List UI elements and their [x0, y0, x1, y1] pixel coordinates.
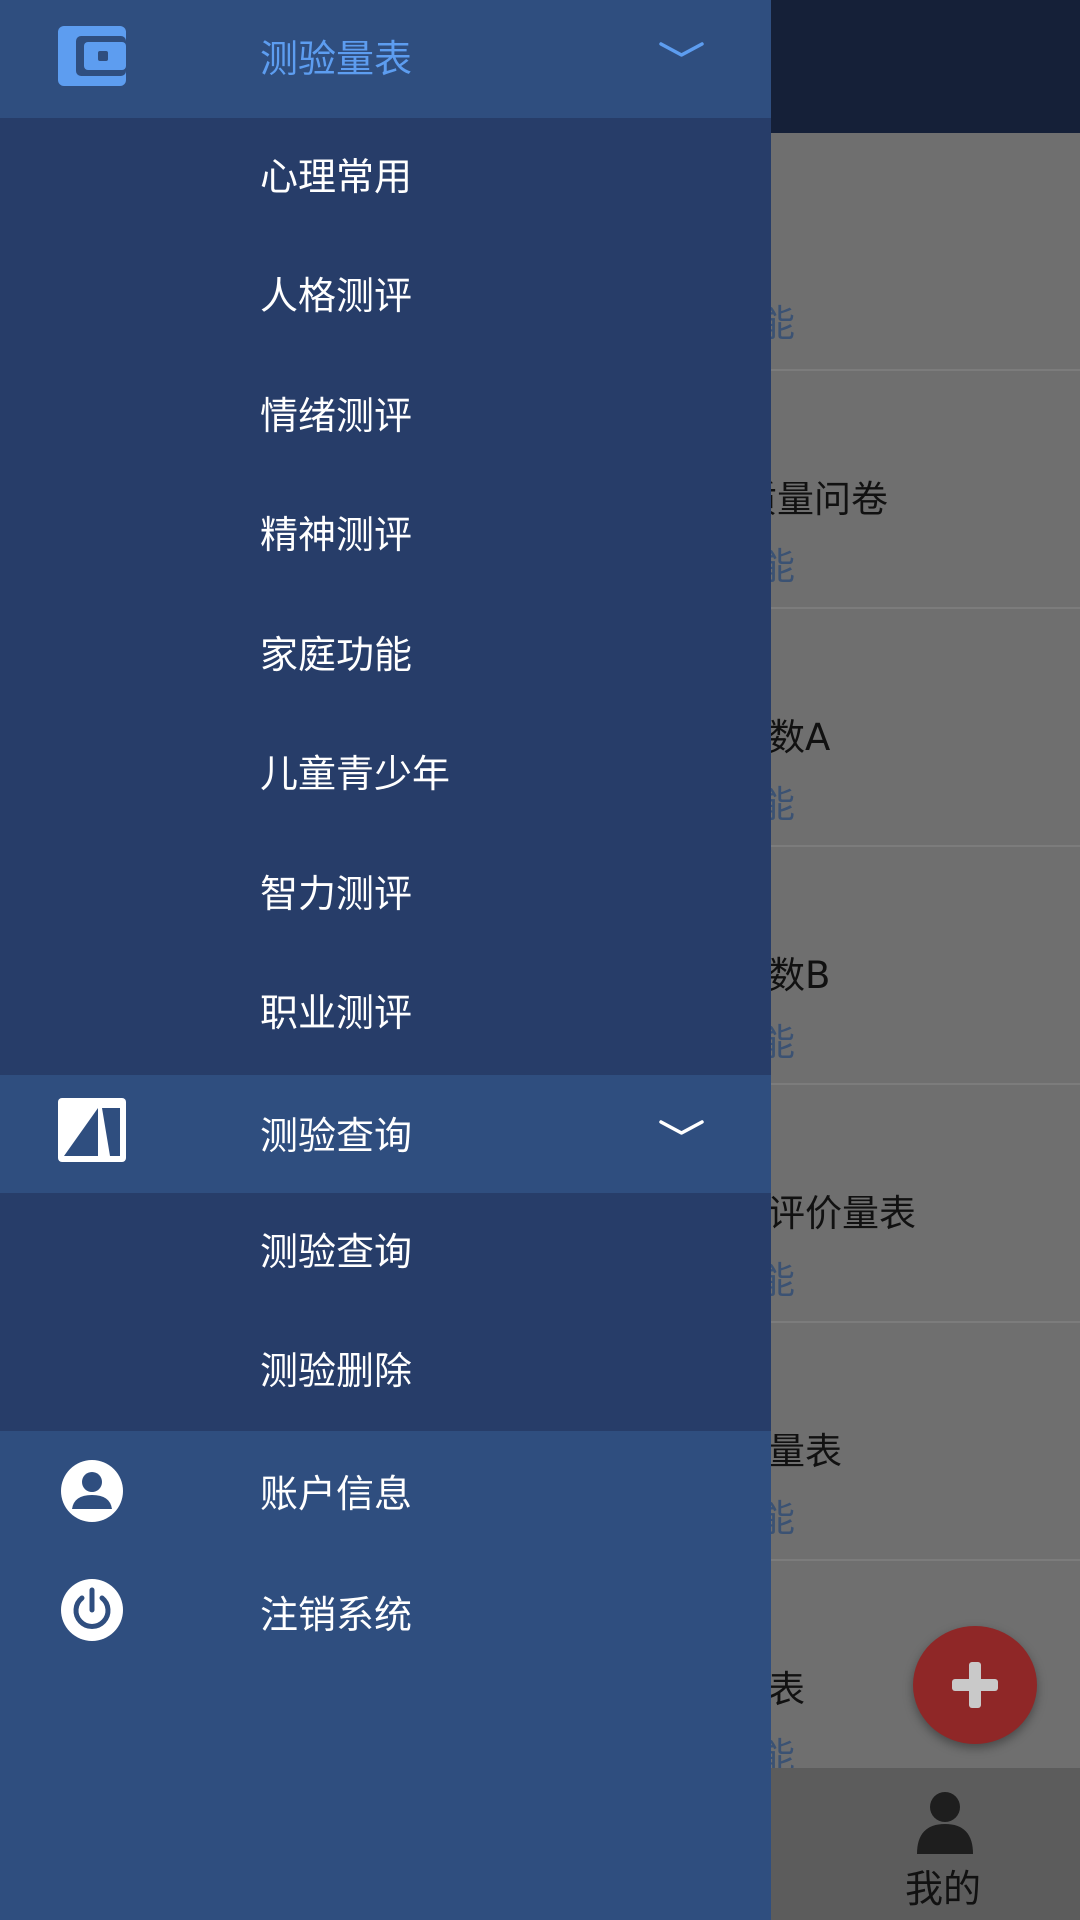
menu-item-delete[interactable]: 测验删除	[0, 1312, 771, 1431]
section-test-scales-label: 测验量表	[260, 37, 413, 81]
menu-item-youth[interactable]: 儿童青少年	[0, 715, 771, 834]
menu-item-label: 职业测评	[260, 991, 413, 1035]
section-test-scales[interactable]: 测验量表	[0, 0, 771, 118]
section-test-query[interactable]: 测验查询	[0, 1075, 771, 1193]
section-test-query-label: 测验查询	[260, 1114, 413, 1158]
list-item-title: 数B	[768, 954, 831, 997]
power-icon	[61, 1579, 123, 1641]
menu-item-personality[interactable]: 人格测评	[0, 237, 771, 356]
list-item-title: 数A	[768, 716, 831, 759]
menu-item-intelligence[interactable]: 智力测评	[0, 835, 771, 954]
menu-item-label: 情绪测评	[260, 394, 413, 438]
menu-item-career[interactable]: 职业测评	[0, 954, 771, 1073]
menu-item-label: 人格测评	[260, 274, 413, 318]
section-test-query-items: 测验查询 测验删除	[0, 1193, 771, 1431]
tab-me-label: 我的	[905, 1867, 982, 1911]
query-icon	[58, 1098, 126, 1162]
menu-item-label: 心理常用	[260, 155, 413, 199]
navigation-drawer: 测验量表 心理常用 人格测评 情绪测评 精神测评 家庭功能 儿童青少年 智力测评…	[0, 0, 771, 1920]
add-button[interactable]	[913, 1626, 1037, 1744]
menu-item-emotion[interactable]: 情绪测评	[0, 357, 771, 476]
plus-icon	[952, 1662, 998, 1708]
list-item-title: 表	[768, 1668, 805, 1711]
account-info-label: 账户信息	[260, 1472, 413, 1516]
section-test-scales-items: 心理常用 人格测评 情绪测评 精神测评 家庭功能 儿童青少年 智力测评 职业测评	[0, 118, 771, 1075]
menu-item-family[interactable]: 家庭功能	[0, 596, 771, 715]
menu-logout[interactable]: 注销系统	[0, 1551, 771, 1671]
menu-item-label: 精神测评	[260, 513, 413, 557]
user-icon	[61, 1460, 123, 1522]
menu-account-info[interactable]: 账户信息	[0, 1431, 771, 1551]
menu-item-label: 测验查询	[260, 1230, 413, 1274]
logout-label: 注销系统	[260, 1593, 413, 1637]
menu-item-label: 测验删除	[260, 1349, 413, 1393]
chevron-down-icon	[659, 42, 704, 57]
menu-item-mental[interactable]: 精神测评	[0, 476, 771, 595]
menu-item-label: 家庭功能	[260, 633, 413, 677]
menu-item-psych-common[interactable]: 心理常用	[0, 118, 771, 237]
wallet-icon	[58, 26, 126, 86]
list-item-title: 评价量表	[768, 1192, 916, 1235]
chevron-down-icon	[659, 1120, 704, 1135]
menu-item-label: 智力测评	[260, 872, 413, 916]
menu-item-label: 儿童青少年	[260, 752, 451, 796]
list-item-title: 量表	[768, 1430, 842, 1473]
menu-item-query[interactable]: 测验查询	[0, 1193, 771, 1312]
person-icon	[917, 1792, 973, 1854]
